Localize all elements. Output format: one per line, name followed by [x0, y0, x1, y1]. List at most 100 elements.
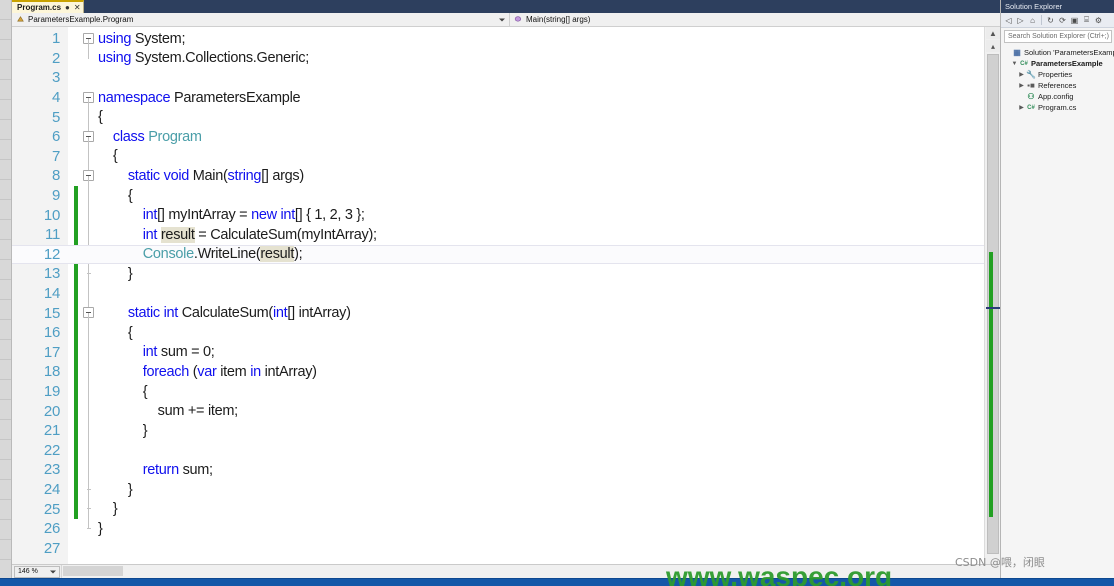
solution-tree-item[interactable]: ▶ C# Program.cs — [1001, 102, 1114, 113]
sync-with-active-document-icon[interactable]: ↻ — [1045, 15, 1056, 26]
strip-row — [0, 460, 11, 480]
show-all-files-icon[interactable]: ⌸ — [1081, 15, 1092, 26]
code-line[interactable]: 6 class Program — [12, 127, 1000, 147]
code-token: System.Collections.Generic; — [134, 50, 309, 67]
solution-tree-item-label: Program.cs — [1038, 103, 1077, 112]
code-line[interactable]: 25 } — [12, 499, 1000, 519]
line-text: } — [68, 482, 1000, 498]
code-token: return — [142, 461, 183, 478]
expander-icon[interactable]: ▶ — [1017, 104, 1026, 111]
properties-icon[interactable]: ⚙ — [1093, 15, 1104, 26]
code-editor-surface[interactable]: 1 using System; 2 using System.Collections.… — [12, 27, 1000, 564]
tab-program-cs[interactable]: Program.cs ● ✕ — [12, 0, 84, 13]
code-token: static int — [127, 305, 182, 322]
code-token: } — [98, 481, 133, 498]
home-icon[interactable]: ⌂ — [1027, 15, 1038, 26]
strip-row — [0, 240, 11, 260]
type-dropdown[interactable]: ParametersExample.Program — [12, 13, 510, 26]
code-line[interactable]: 1 using System; — [12, 29, 1000, 49]
code-line[interactable]: 20 sum += item; — [12, 401, 1000, 421]
line-number: 5 — [51, 108, 60, 126]
line-number: 27 — [43, 539, 60, 557]
code-line[interactable]: 26} — [12, 519, 1000, 539]
scrollbar-thumb[interactable] — [63, 566, 123, 576]
background-window-strip — [0, 0, 12, 586]
solution-tree-item[interactable]: ▼ C# ParametersExample — [1001, 58, 1114, 69]
code-line[interactable]: 8 static void Main(string[] args) — [12, 166, 1000, 186]
code-line[interactable]: 5{ — [12, 107, 1000, 127]
class-icon — [17, 16, 24, 22]
code-token: { — [98, 109, 103, 126]
windows-taskbar — [0, 578, 1114, 586]
solution-tree-item[interactable]: ▦ Solution 'ParametersExamp — [1001, 47, 1114, 58]
code-line[interactable]: 21 } — [12, 421, 1000, 441]
code-line[interactable]: 12 Console.WriteLine(result); — [12, 244, 1000, 265]
code-line[interactable]: 13 } — [12, 264, 1000, 284]
forward-arrow-icon[interactable]: ▷ — [1015, 15, 1026, 26]
solution-tree-item[interactable]: ▶ 🔧 Properties — [1001, 69, 1114, 80]
strip-row — [0, 480, 11, 500]
line-number: 1 — [51, 30, 60, 48]
code-line[interactable]: 22 — [12, 441, 1000, 461]
strip-row — [0, 340, 11, 360]
line-number: 20 — [43, 402, 60, 420]
expander-icon[interactable]: ▶ — [1017, 82, 1026, 89]
solution-tree-item[interactable]: ⚇ App.config — [1001, 91, 1114, 102]
collapse-all-icon[interactable]: ▣ — [1069, 15, 1080, 26]
strip-row — [0, 200, 11, 220]
strip-row — [0, 320, 11, 340]
strip-row — [0, 160, 11, 180]
references-icon: ▪■ — [1027, 81, 1035, 90]
expander-icon[interactable]: ▼ — [1010, 61, 1019, 67]
close-icon[interactable]: ✕ — [74, 3, 81, 12]
code-line[interactable]: 4 namespace ParametersExample — [12, 88, 1000, 108]
code-line[interactable]: 14 — [12, 284, 1000, 304]
editor-pane: Program.cs ● ✕ ParametersExample.Program… — [12, 0, 1000, 564]
code-line[interactable]: 18 foreach (var item in intArray) — [12, 362, 1000, 382]
code-line[interactable]: 19 { — [12, 382, 1000, 402]
code-line[interactable]: 11 int result = CalculateSum(myIntArray)… — [12, 225, 1000, 245]
solution-explorer-title: Solution Explorer — [1001, 0, 1114, 13]
scrollbar-change-marker — [989, 252, 993, 517]
code-token: sum += item; — [98, 403, 239, 420]
strip-row — [0, 540, 11, 560]
back-arrow-icon[interactable]: ◁ — [1003, 15, 1014, 26]
refresh-icon[interactable]: ⟳ — [1057, 15, 1068, 26]
strip-row — [0, 360, 11, 380]
strip-row — [0, 560, 11, 580]
code-token: { — [98, 324, 133, 341]
code-line[interactable]: 17 int sum = 0; — [12, 343, 1000, 363]
strip-row — [0, 120, 11, 140]
code-token: namespace — [98, 89, 174, 106]
code-line[interactable]: 16 { — [12, 323, 1000, 343]
line-text: { — [68, 109, 1000, 125]
code-token: = CalculateSum(myIntArray); — [194, 226, 377, 243]
code-line[interactable]: 27 — [12, 539, 1000, 559]
line-text: using System.Collections.Generic; — [68, 50, 1000, 66]
editor-vertical-scrollbar[interactable]: ▲ ▴ — [984, 27, 1000, 564]
expander-icon[interactable]: ▶ — [1017, 71, 1026, 78]
zoom-level-dropdown[interactable]: 146 % — [14, 565, 60, 578]
solution-tree-item[interactable]: ▶ ▪■ References — [1001, 80, 1114, 91]
code-line[interactable]: 10 int[] myIntArray = new int[] { 1, 2, … — [12, 205, 1000, 225]
code-line[interactable]: 9 { — [12, 186, 1000, 206]
line-text: sum += item; — [68, 403, 1000, 419]
code-line[interactable]: 2 using System.Collections.Generic; — [12, 49, 1000, 69]
line-text: foreach (var item in intArray) — [68, 364, 1000, 380]
line-number: 11 — [45, 226, 60, 244]
code-line[interactable]: 15 static int CalculateSum(int[] intArra… — [12, 303, 1000, 323]
scroll-up-icon[interactable]: ▲ — [986, 27, 1000, 39]
line-text: int sum = 0; — [68, 344, 1000, 360]
strip-row — [0, 80, 11, 100]
member-dropdown[interactable]: Main(string[] args) — [510, 13, 1000, 26]
code-line[interactable]: 23 return sum; — [12, 460, 1000, 480]
chevron-down-icon — [499, 18, 505, 21]
line-number: 25 — [43, 500, 60, 518]
code-line[interactable]: 7 { — [12, 147, 1000, 167]
code-line[interactable]: 24 } — [12, 480, 1000, 500]
split-view-icon[interactable]: ▴ — [986, 40, 1000, 52]
code-line[interactable]: 3 — [12, 68, 1000, 88]
search-solution-explorer-input[interactable]: Search Solution Explorer (Ctrl+;) — [1004, 30, 1112, 43]
